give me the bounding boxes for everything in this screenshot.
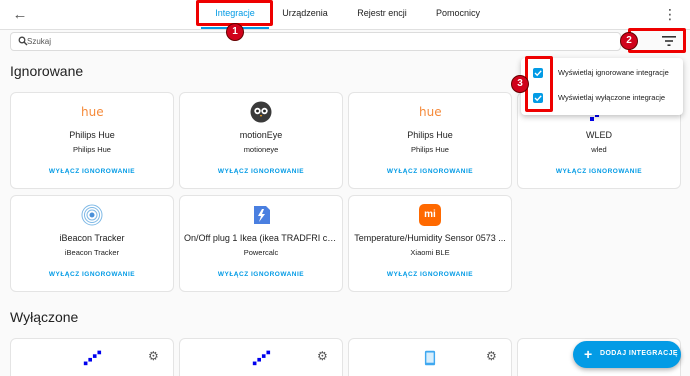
card-subtitle: wled	[591, 145, 607, 154]
powercalc-logo	[254, 206, 270, 224]
search-input[interactable]	[27, 34, 607, 49]
unignore-button[interactable]: WYŁĄCZ IGNOROWANIE	[184, 271, 338, 278]
top-bar: ← Integracje Urządzenia Rejestr encji Po…	[0, 0, 690, 30]
tab-helpers[interactable]: Pomocnicy	[428, 0, 488, 30]
gear-icon[interactable]: ⚙	[486, 349, 497, 363]
card-subtitle: motioneye	[243, 145, 279, 154]
wled-logo	[83, 350, 102, 366]
add-integration-label: DODAJ INTEGRACJĘ	[600, 350, 678, 357]
unignore-button[interactable]: WYŁĄCZ IGNOROWANIE	[15, 271, 169, 278]
annotation-badge-1: 1	[226, 23, 244, 41]
wled-logo	[252, 350, 271, 366]
card-title: Temperature/Humidity Sensor 0573 ...	[354, 233, 506, 243]
card-title: iBeacon Tracker	[59, 233, 125, 243]
disabled-card: ⚙	[10, 338, 174, 376]
annotation-badge-2: 2	[620, 32, 638, 50]
card-subtitle: Philips Hue	[73, 145, 111, 154]
disabled-card: ⚙	[179, 338, 343, 376]
card-subtitle: Powercalc	[243, 248, 279, 257]
hue-logo: hue	[81, 105, 104, 119]
search-bar	[10, 32, 621, 51]
menu-item-label: Wyświetlaj ignorowane integracje	[558, 68, 669, 77]
gear-icon[interactable]: ⚙	[148, 349, 159, 363]
ibeacon-logo	[81, 204, 103, 226]
plus-icon: +	[584, 346, 593, 362]
card-title: WLED	[585, 130, 612, 140]
unignore-button[interactable]: WYŁĄCZ IGNOROWANIE	[353, 168, 507, 175]
menu-item-label: Wyświetlaj wyłączone integracje	[558, 93, 666, 102]
ignored-card: On/Off plug 1 Ikea (ikea TRADFRI co... P…	[179, 195, 343, 292]
card-title: Philips Hue	[407, 130, 453, 140]
disabled-card: ⚙	[348, 338, 512, 376]
tab-devices[interactable]: Urządzenia	[275, 0, 335, 30]
card-title: On/Off plug 1 Ikea (ikea TRADFRI co...	[184, 233, 338, 243]
section-title-ignored: Ignorowane	[10, 63, 84, 79]
card-subtitle: Philips Hue	[411, 145, 449, 154]
tab-entities[interactable]: Rejestr encji	[350, 0, 414, 30]
unignore-button[interactable]: WYŁĄCZ IGNOROWANIE	[522, 168, 676, 175]
card-subtitle: Xiaomi BLE	[410, 248, 450, 257]
gear-icon[interactable]: ⚙	[317, 349, 328, 363]
phone-logo	[424, 350, 436, 366]
card-subtitle: iBeacon Tracker	[64, 248, 120, 257]
hue-logo: hue	[419, 105, 442, 119]
ignored-card: hue Philips Hue Philips Hue WYŁĄCZ IGNOR…	[10, 92, 174, 189]
annotation-badge-3: 3	[511, 75, 529, 93]
dots-vertical-icon[interactable]: ⋮	[662, 5, 678, 25]
ignored-card: motionEye motioneye WYŁĄCZ IGNOROWANIE	[179, 92, 343, 189]
arrow-left-icon[interactable]: ←	[10, 5, 30, 25]
motioneye-logo	[250, 101, 272, 123]
add-integration-button[interactable]: + DODAJ INTEGRACJĘ	[573, 341, 681, 368]
card-title: motionEye	[239, 130, 283, 140]
section-title-disabled: Wyłączone	[10, 309, 79, 325]
ignored-card: mi Temperature/Humidity Sensor 0573 ... …	[348, 195, 512, 292]
unignore-button[interactable]: WYŁĄCZ IGNOROWANIE	[353, 271, 507, 278]
ignored-card: iBeacon Tracker iBeacon Tracker WYŁĄCZ I…	[10, 195, 174, 292]
unignore-button[interactable]: WYŁĄCZ IGNOROWANIE	[15, 168, 169, 175]
annotation-box-3	[525, 56, 553, 112]
ignored-card: hue Philips Hue Philips Hue WYŁĄCZ IGNOR…	[348, 92, 512, 189]
unignore-button[interactable]: WYŁĄCZ IGNOROWANIE	[184, 168, 338, 175]
xiaomi-logo: mi	[419, 204, 441, 226]
card-title: Philips Hue	[69, 130, 115, 140]
